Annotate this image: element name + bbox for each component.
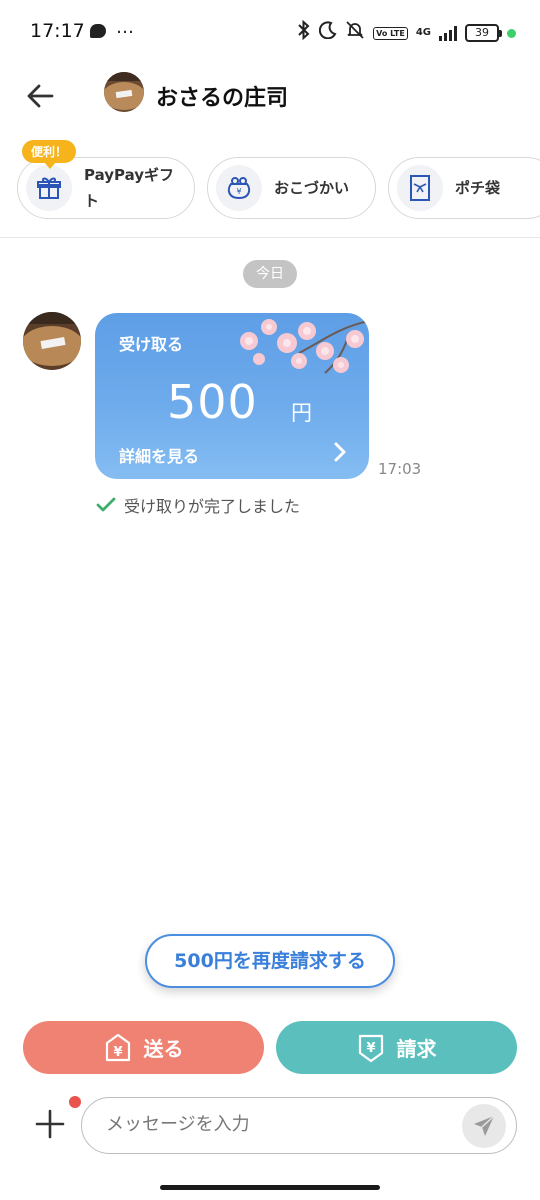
moon-icon (318, 21, 337, 45)
receipt-status-text: 受け取りが完了しました (124, 497, 301, 516)
signal-icon (439, 25, 457, 41)
send-money-icon: ¥ (105, 1033, 130, 1061)
plus-icon[interactable] (34, 1108, 66, 1140)
network-type: 4G (415, 27, 431, 38)
shortcut-pochi-bag[interactable]: ポチ袋 (388, 157, 540, 219)
home-indicator[interactable] (160, 1185, 380, 1190)
money-received-card[interactable]: 受け取る 500 円 詳細を見る (95, 313, 369, 479)
receipt-status: 受け取りが完了しました (96, 493, 300, 517)
privacy-indicator-dot (507, 28, 516, 38)
send-label: 送る (143, 1037, 184, 1061)
avatar[interactable] (104, 72, 144, 112)
contact-name: おさるの庄司 (156, 86, 289, 111)
status-bar: 17:17 … Vo LTE 4G 39 (0, 0, 540, 64)
convenient-badge: 便利！ (22, 140, 77, 169)
paper-plane-icon (474, 1115, 495, 1136)
message-time: 17:03 (378, 460, 422, 478)
rerequest-button[interactable]: 500円を再度請求する (145, 934, 395, 988)
more-notifications-icon: … (116, 17, 135, 38)
message-input[interactable]: メッセージを入力 (81, 1097, 517, 1154)
status-time: 17:17 (30, 20, 85, 42)
notification-dot (69, 1096, 81, 1108)
shortcut-bar: 便利！ PayPayギフト ¥ おこづかい ポチ袋 (0, 138, 540, 238)
chevron-right-icon (334, 442, 346, 462)
sender-avatar[interactable] (23, 312, 81, 370)
coin-purse-icon: ¥ (216, 165, 262, 211)
amount-unit: 円 (291, 401, 312, 425)
request-label: 請求 (396, 1037, 437, 1061)
bell-muted-icon (345, 20, 365, 46)
check-icon (96, 497, 116, 512)
request-money-icon: ¥ (358, 1034, 383, 1062)
send-button[interactable]: ¥ 送る (23, 1021, 264, 1074)
bluetooth-icon (297, 19, 311, 46)
chat-header: おさるの庄司 (0, 64, 540, 128)
amount-value: 500 (167, 375, 258, 429)
shortcut-allowance[interactable]: ¥ おこづかい (207, 157, 376, 219)
send-message-button[interactable] (462, 1104, 506, 1148)
shortcut-label: PayPayギフト (84, 166, 175, 210)
shortcut-label: ポチ袋 (455, 179, 501, 197)
back-arrow-icon[interactable] (24, 78, 60, 114)
request-button[interactable]: ¥ 請求 (276, 1021, 517, 1074)
svg-text:¥: ¥ (366, 1041, 375, 1056)
volte-icon: Vo LTE (373, 26, 408, 40)
chat-notification-icon (90, 24, 106, 38)
gift-icon (26, 165, 72, 211)
envelope-icon (397, 165, 443, 211)
date-separator: 今日 (243, 260, 297, 288)
battery-icon: 39 (465, 24, 502, 42)
receive-label: 受け取る (119, 335, 184, 354)
svg-text:¥: ¥ (236, 187, 241, 196)
shortcut-label: おこづかい (274, 179, 350, 197)
view-details-link[interactable]: 詳細を見る (119, 443, 199, 467)
svg-text:¥: ¥ (113, 1045, 122, 1060)
